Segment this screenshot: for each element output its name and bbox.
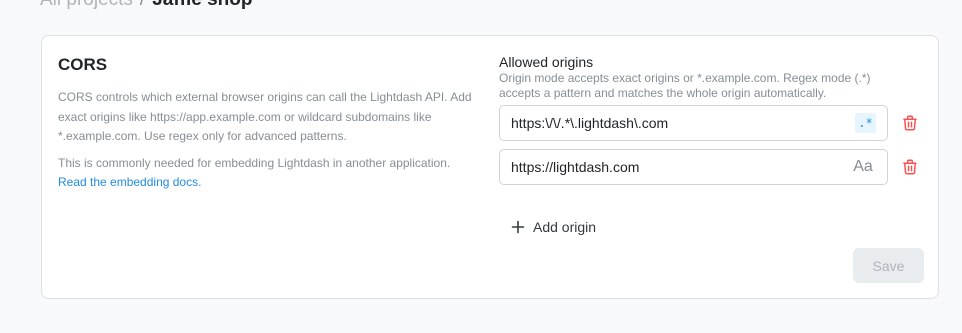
trash-icon[interactable]	[901, 114, 919, 132]
origin-field: Aa	[499, 149, 888, 185]
save-button[interactable]: Save	[853, 248, 924, 283]
origin-field: .*	[499, 105, 888, 141]
plus-icon	[511, 220, 525, 234]
origin-input[interactable]	[511, 106, 841, 140]
origin-row: .*	[499, 105, 929, 141]
add-origin-button[interactable]: Add origin	[511, 215, 596, 239]
allowed-origins-label: Allowed origins	[499, 54, 594, 70]
breadcrumb-all-projects[interactable]: All projects	[40, 0, 133, 10]
exact-mode-icon[interactable]: Aa	[851, 157, 875, 177]
cors-embedding-note: This is commonly needed for embedding Li…	[58, 155, 451, 170]
allowed-origins-description: Origin mode accepts exact origins or *.e…	[499, 71, 871, 100]
origin-row: Aa	[499, 149, 929, 185]
embedding-docs-link[interactable]: Read the embedding docs.	[58, 173, 201, 192]
allowed-origins-column: Allowed origins Origin mode accepts exac…	[499, 53, 929, 235]
breadcrumb-separator: /	[140, 0, 145, 10]
add-origin-label: Add origin	[533, 219, 597, 235]
cors-info-column: CORS CORS controls which external browse…	[58, 54, 478, 192]
cors-description: CORS controls which external browser ori…	[58, 90, 472, 143]
origin-input[interactable]	[511, 150, 841, 184]
section-title: CORS	[58, 55, 108, 74]
breadcrumb-current-project: Jaffle shop	[152, 0, 252, 10]
breadcrumb: All projects / Jaffle shop	[40, 0, 253, 12]
regex-mode-icon[interactable]: .*	[855, 113, 876, 133]
cors-settings-card: CORS CORS controls which external browse…	[41, 35, 939, 299]
trash-icon[interactable]	[901, 158, 919, 176]
